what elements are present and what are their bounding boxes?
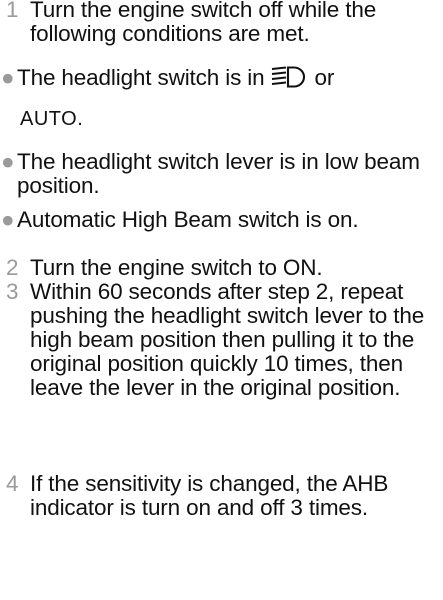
condition-headlight-switch: ● The headlight switch is in or	[0, 66, 443, 93]
step-1: 1 Turn the engine switch off while the f…	[0, 0, 443, 46]
bullet: ●	[1, 207, 15, 232]
step-number: 2	[6, 255, 19, 280]
step-3: 3 Within 60 seconds after step 2, repeat…	[0, 280, 443, 400]
manual-page: 1 Turn the engine switch off while the f…	[0, 0, 443, 600]
step-number: 4	[6, 471, 19, 496]
bullet: ●	[1, 149, 15, 174]
condition-lever: ● The headlight switch lever is in low b…	[0, 150, 443, 198]
step-text: If the sensitivity is changed, the AHB i…	[30, 471, 389, 520]
step-number: 3	[6, 279, 19, 304]
step-2: 2 Turn the engine switch to ON.	[0, 256, 443, 280]
step-4: 4 If the sensitivity is changed, the AHB…	[0, 472, 443, 520]
step-text: Turn the engine switch off while the fol…	[30, 0, 377, 46]
condition-ahb: ● Automatic High Beam switch is on.	[0, 208, 443, 232]
step-text: Within 60 seconds after step 2, repeat p…	[30, 279, 425, 400]
condition-text: Automatic High Beam switch is on.	[17, 207, 359, 232]
condition-or: or	[314, 65, 335, 90]
low-beam-headlight-icon	[270, 66, 308, 93]
bullet: ●	[1, 65, 15, 90]
auto-position-label: AUTO.	[20, 108, 83, 131]
condition-text: The headlight switch is in	[17, 65, 265, 90]
auto-period: .	[77, 108, 84, 130]
step-text: Turn the engine switch to ON.	[30, 255, 323, 280]
step-number: 1	[6, 0, 19, 22]
auto-label: AUTO	[20, 108, 78, 130]
condition-text: The headlight switch lever is in low bea…	[17, 149, 420, 198]
